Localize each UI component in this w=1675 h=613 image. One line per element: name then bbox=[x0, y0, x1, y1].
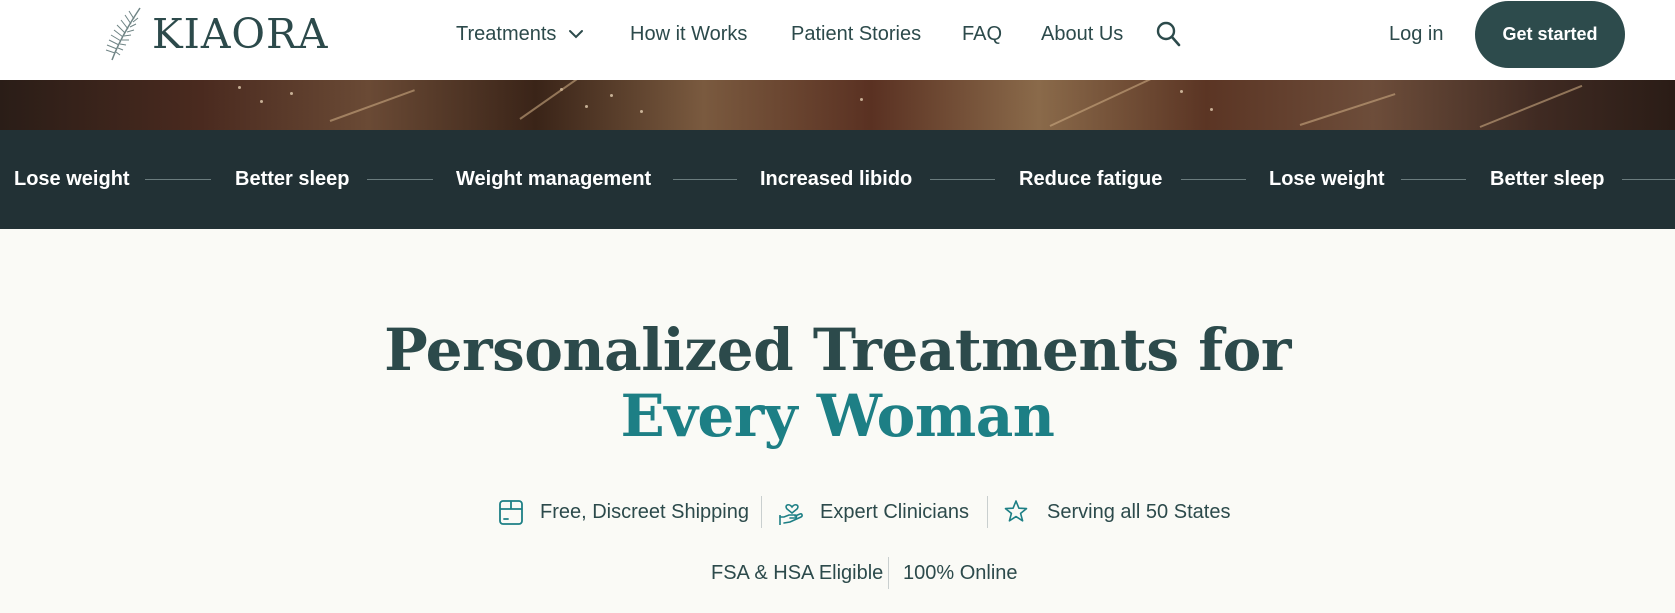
marquee-item: Better sleep bbox=[1490, 168, 1605, 190]
feature-states: Serving all 50 States bbox=[1003, 494, 1230, 530]
marquee-divider bbox=[367, 179, 433, 180]
eligibility-fsa-hsa: FSA & HSA Eligible bbox=[711, 561, 884, 584]
benefits-marquee: Lose weight Better sleep Weight manageme… bbox=[0, 130, 1675, 229]
site-header: KIAORA Treatments How it Works Patient S… bbox=[0, 0, 1675, 80]
feature-shipping: Free, Discreet Shipping bbox=[498, 494, 749, 530]
package-icon bbox=[498, 498, 524, 526]
fern-logo-icon bbox=[105, 7, 141, 61]
marquee-divider bbox=[145, 179, 211, 180]
brand-logo[interactable]: KIAORA bbox=[104, 6, 329, 62]
feature-divider bbox=[761, 496, 762, 528]
get-started-button[interactable]: Get started bbox=[1475, 1, 1625, 68]
nav-treatments[interactable]: Treatments bbox=[456, 0, 584, 68]
marquee-item: Better sleep bbox=[235, 168, 350, 190]
eligibility-row: FSA & HSA Eligible 100% Online bbox=[0, 556, 1675, 590]
feature-label: Free, Discreet Shipping bbox=[540, 500, 749, 523]
feature-clinicians: Expert Clinicians bbox=[778, 494, 969, 530]
marquee-item: Increased libido bbox=[760, 168, 913, 190]
feature-divider bbox=[987, 496, 988, 528]
marquee-divider bbox=[1622, 179, 1675, 180]
marquee-item: Lose weight bbox=[14, 168, 130, 190]
marquee-item: Weight management bbox=[456, 168, 652, 190]
marquee-divider bbox=[1401, 179, 1466, 180]
nav-how-it-works[interactable]: How it Works bbox=[630, 0, 747, 68]
hero-image bbox=[0, 80, 1675, 130]
nav-about-us[interactable]: About Us bbox=[1041, 0, 1123, 68]
marquee-divider bbox=[930, 179, 995, 180]
hero-headline-line2: Every Woman bbox=[620, 382, 1055, 450]
nav-patient-stories[interactable]: Patient Stories bbox=[791, 0, 921, 68]
hero-headline-line1: Personalized Treatments for bbox=[384, 316, 1291, 384]
features-row: Free, Discreet Shipping Expert Clinician… bbox=[0, 494, 1675, 530]
hand-heart-icon bbox=[778, 498, 804, 526]
marquee-divider bbox=[673, 179, 737, 180]
feature-label: Expert Clinicians bbox=[820, 500, 969, 523]
marquee-item: Reduce fatigue bbox=[1019, 168, 1163, 190]
login-link[interactable]: Log in bbox=[1389, 0, 1444, 68]
star-icon bbox=[1003, 498, 1029, 526]
eligibility-divider bbox=[888, 557, 889, 589]
nav-treatments-label: Treatments bbox=[456, 22, 557, 45]
nav-faq[interactable]: FAQ bbox=[962, 0, 1002, 68]
search-icon[interactable] bbox=[1156, 20, 1182, 48]
chevron-down-icon bbox=[568, 29, 584, 39]
marquee-item: Lose weight bbox=[1269, 168, 1385, 190]
brand-wordmark: KIAORA bbox=[152, 10, 329, 58]
feature-label: Serving all 50 States bbox=[1047, 500, 1231, 523]
marquee-divider bbox=[1181, 179, 1246, 180]
eligibility-online: 100% Online bbox=[903, 561, 1018, 584]
